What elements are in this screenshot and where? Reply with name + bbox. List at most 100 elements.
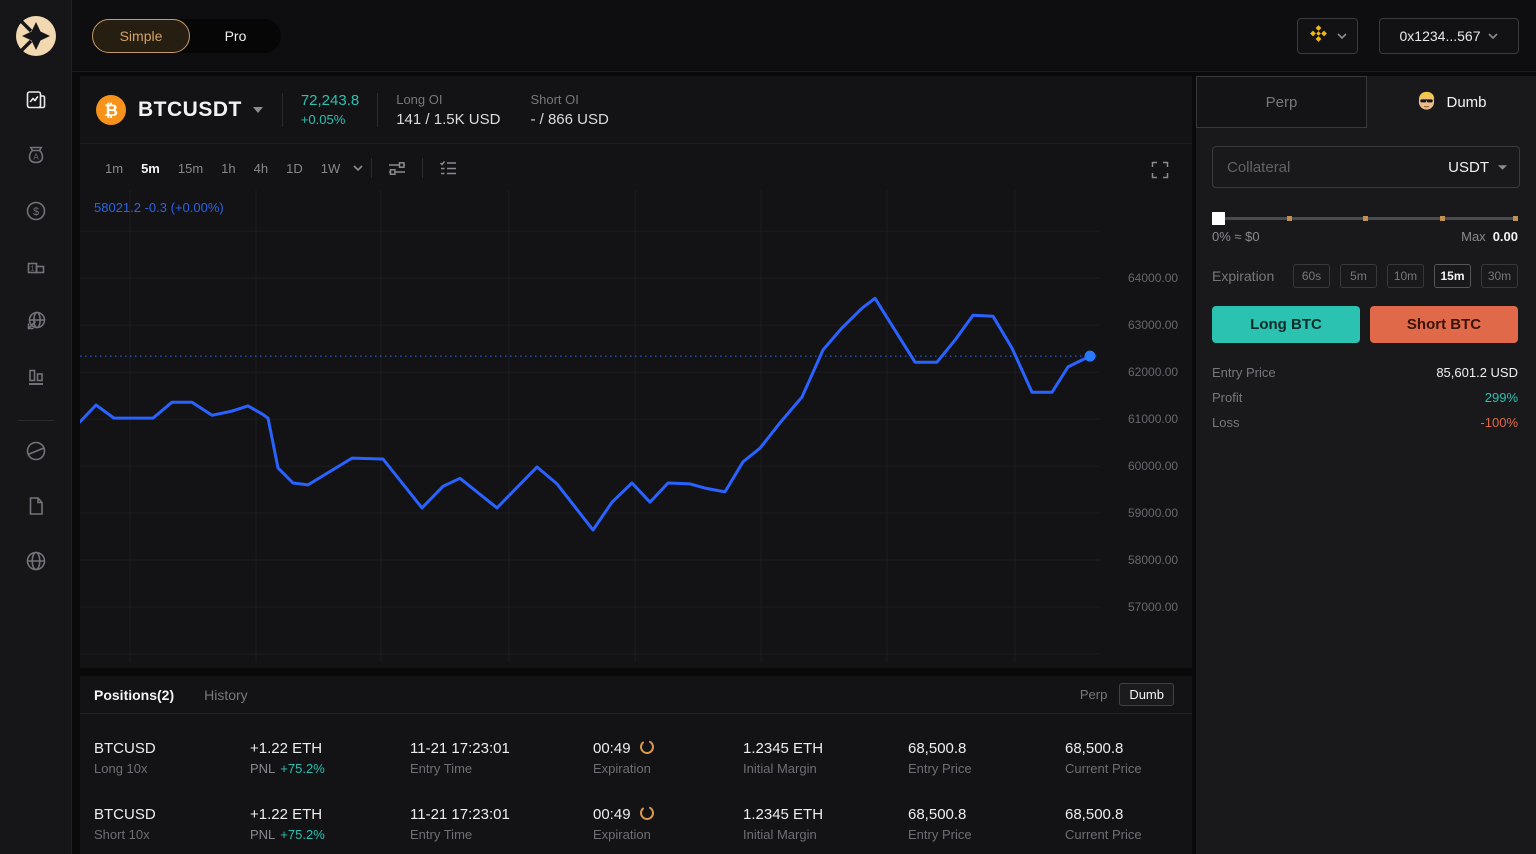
long-button[interactable]: Long BTC — [1212, 306, 1360, 343]
expiration-10m-button[interactable]: 10m — [1387, 264, 1424, 288]
bar-stats-icon[interactable] — [24, 364, 48, 388]
chart-panel: ₿ BTCUSDT 72,243.8 +0.05% Long OI 141 / … — [80, 76, 1192, 668]
mode-toggle: Simple Pro — [92, 19, 281, 53]
trading-app: A $ 1 Simple Pro 0x1234...567 ₿ BTCUSDT … — [0, 0, 1536, 854]
expiration-label: Expiration — [1212, 268, 1275, 284]
position-expiration: 00:49 — [593, 740, 631, 757]
slider-max-label: Max — [1461, 229, 1486, 244]
position-row: BTCUSD Long 10x +1.22 ETH PNL +75.2% 11-2… — [80, 724, 1192, 790]
leaderboard-icon[interactable]: 1 — [24, 254, 48, 278]
price-chart[interactable] — [80, 190, 1100, 662]
chevron-down-icon[interactable] — [353, 165, 363, 171]
chevron-down-icon — [1488, 33, 1499, 39]
timeframe-1m[interactable]: 1m — [96, 161, 132, 176]
position-margin: 1.2345 ETH — [743, 740, 824, 757]
slider-tick-75[interactable] — [1439, 216, 1445, 221]
market-bar: ₿ BTCUSDT 72,243.8 +0.05% Long OI 141 / … — [80, 76, 1192, 144]
loss-label: Loss — [1212, 415, 1240, 430]
entry-price-label: Entry Price — [908, 827, 972, 842]
expiration-label: Expiration — [593, 761, 651, 776]
topbar-actions: 0x1234...567 — [1297, 18, 1519, 54]
timeframe-1D[interactable]: 1D — [277, 161, 312, 176]
position-entry-time: 11-21 17:23:01 — [410, 740, 510, 757]
pnl-prefix: PNL — [250, 761, 276, 776]
document-icon[interactable] — [24, 494, 48, 518]
tab-history[interactable]: History — [204, 687, 248, 703]
price-axis[interactable]: 64000.00 63000.00 62000.00 61000.00 60000.00… — [1100, 190, 1192, 662]
timeframe-5m[interactable]: 5m — [132, 161, 169, 176]
entry-price-value: 85,601.2 USD — [1436, 365, 1518, 380]
timeframe-4h[interactable]: 4h — [245, 161, 277, 176]
mode-simple-button[interactable]: Simple — [92, 19, 190, 53]
wallet-button[interactable]: 0x1234...567 — [1379, 18, 1519, 54]
collateral-currency-selector[interactable]: USDT — [1448, 158, 1508, 176]
slider-handle[interactable] — [1212, 212, 1225, 225]
expiration-label: Expiration — [593, 827, 651, 842]
position-symbol: BTCUSD — [94, 806, 156, 823]
divider — [422, 158, 424, 178]
timeframe-1h[interactable]: 1h — [212, 161, 244, 176]
initial-margin-label: Initial Margin — [743, 761, 817, 776]
slider-labels: 0% ≈ $0 Max 0.00 — [1212, 229, 1518, 244]
collateral-field: USDT — [1212, 146, 1520, 188]
money-bag-icon[interactable]: A — [24, 143, 48, 167]
slider-tick-50[interactable] — [1363, 216, 1368, 221]
slider-tick-25[interactable] — [1286, 216, 1292, 221]
expiration-30m-button[interactable]: 30m — [1481, 264, 1518, 288]
mode-pro-button[interactable]: Pro — [190, 19, 281, 53]
planet-icon[interactable] — [24, 439, 48, 463]
order-info: Entry Price 85,601.2 USD Profit 299% Los… — [1212, 360, 1518, 435]
positions-header: Positions(2) History Perp Dumb — [80, 676, 1192, 714]
position-size: +1.22 ETH — [250, 740, 323, 757]
price-axis-tick: 57000.00 — [1128, 600, 1179, 615]
filter-perp[interactable]: Perp — [1080, 687, 1107, 702]
wallet-address: 0x1234...567 — [1399, 28, 1481, 44]
trade-chart-icon[interactable] — [24, 88, 48, 112]
tab-positions[interactable]: Positions(2) — [94, 687, 174, 703]
slider-min-label: 0% ≈ $0 — [1212, 229, 1260, 244]
leverage-slider[interactable] — [1212, 212, 1518, 225]
pair-selector[interactable]: BTCUSDT — [138, 98, 242, 122]
chevron-down-icon[interactable] — [252, 101, 264, 119]
short-button[interactable]: Short BTC — [1370, 306, 1518, 343]
expiration-5m-button[interactable]: 5m — [1340, 264, 1377, 288]
tab-dumb-label: Dumb — [1446, 93, 1487, 111]
indicators-list-icon[interactable] — [437, 157, 459, 179]
position-entry-price: 68,500.8 — [908, 806, 967, 823]
positions-panel: Positions(2) History Perp Dumb BTCUSD Lo… — [80, 676, 1192, 854]
expiration-60s-button[interactable]: 60s — [1293, 264, 1330, 288]
tab-dumb[interactable]: Dumb — [1367, 76, 1536, 128]
position-margin: 1.2345 ETH — [743, 806, 824, 823]
collateral-currency: USDT — [1448, 158, 1489, 176]
entry-price-label: Entry Price — [1212, 365, 1276, 380]
expiration-15m-button[interactable]: 15m — [1434, 264, 1471, 288]
position-row: BTCUSD Short 10x +1.22 ETH PNL +75.2% 11-… — [80, 790, 1192, 854]
sidebar: A $ 1 — [0, 0, 72, 854]
globe-arrow-icon[interactable] — [24, 309, 48, 333]
tab-perp[interactable]: Perp — [1196, 76, 1367, 128]
loss-value: -100% — [1480, 415, 1518, 430]
sidebar-divider — [18, 420, 54, 421]
slider-max-value: 0.00 — [1492, 229, 1518, 244]
profit-label: Profit — [1212, 390, 1243, 405]
current-price-label: Current Price — [1065, 827, 1142, 842]
timeframe-1W[interactable]: 1W — [312, 161, 350, 176]
dollar-circle-icon[interactable]: $ — [24, 199, 48, 223]
filter-dumb[interactable]: Dumb — [1119, 683, 1174, 706]
brand-logo[interactable] — [14, 14, 58, 58]
divider — [371, 158, 373, 178]
position-side: Long 10x — [94, 761, 148, 776]
network-selector[interactable] — [1297, 18, 1358, 54]
expiration-row: Expiration 60s 5m 10m 15m 30m — [1212, 264, 1518, 288]
order-panel: Perp Dumb USDT — [1196, 76, 1536, 854]
globe-icon[interactable] — [24, 549, 48, 573]
position-side: Short 10x — [94, 827, 150, 842]
entry-time-label: Entry Time — [410, 761, 473, 776]
collateral-input[interactable] — [1213, 147, 1449, 187]
chart-settings-icon[interactable] — [386, 157, 408, 179]
chevron-down-icon — [1337, 33, 1347, 39]
slider-tick-100[interactable] — [1513, 216, 1518, 221]
fullscreen-icon[interactable] — [1150, 160, 1170, 180]
timeframe-15m[interactable]: 15m — [169, 161, 212, 176]
divider — [377, 92, 379, 127]
